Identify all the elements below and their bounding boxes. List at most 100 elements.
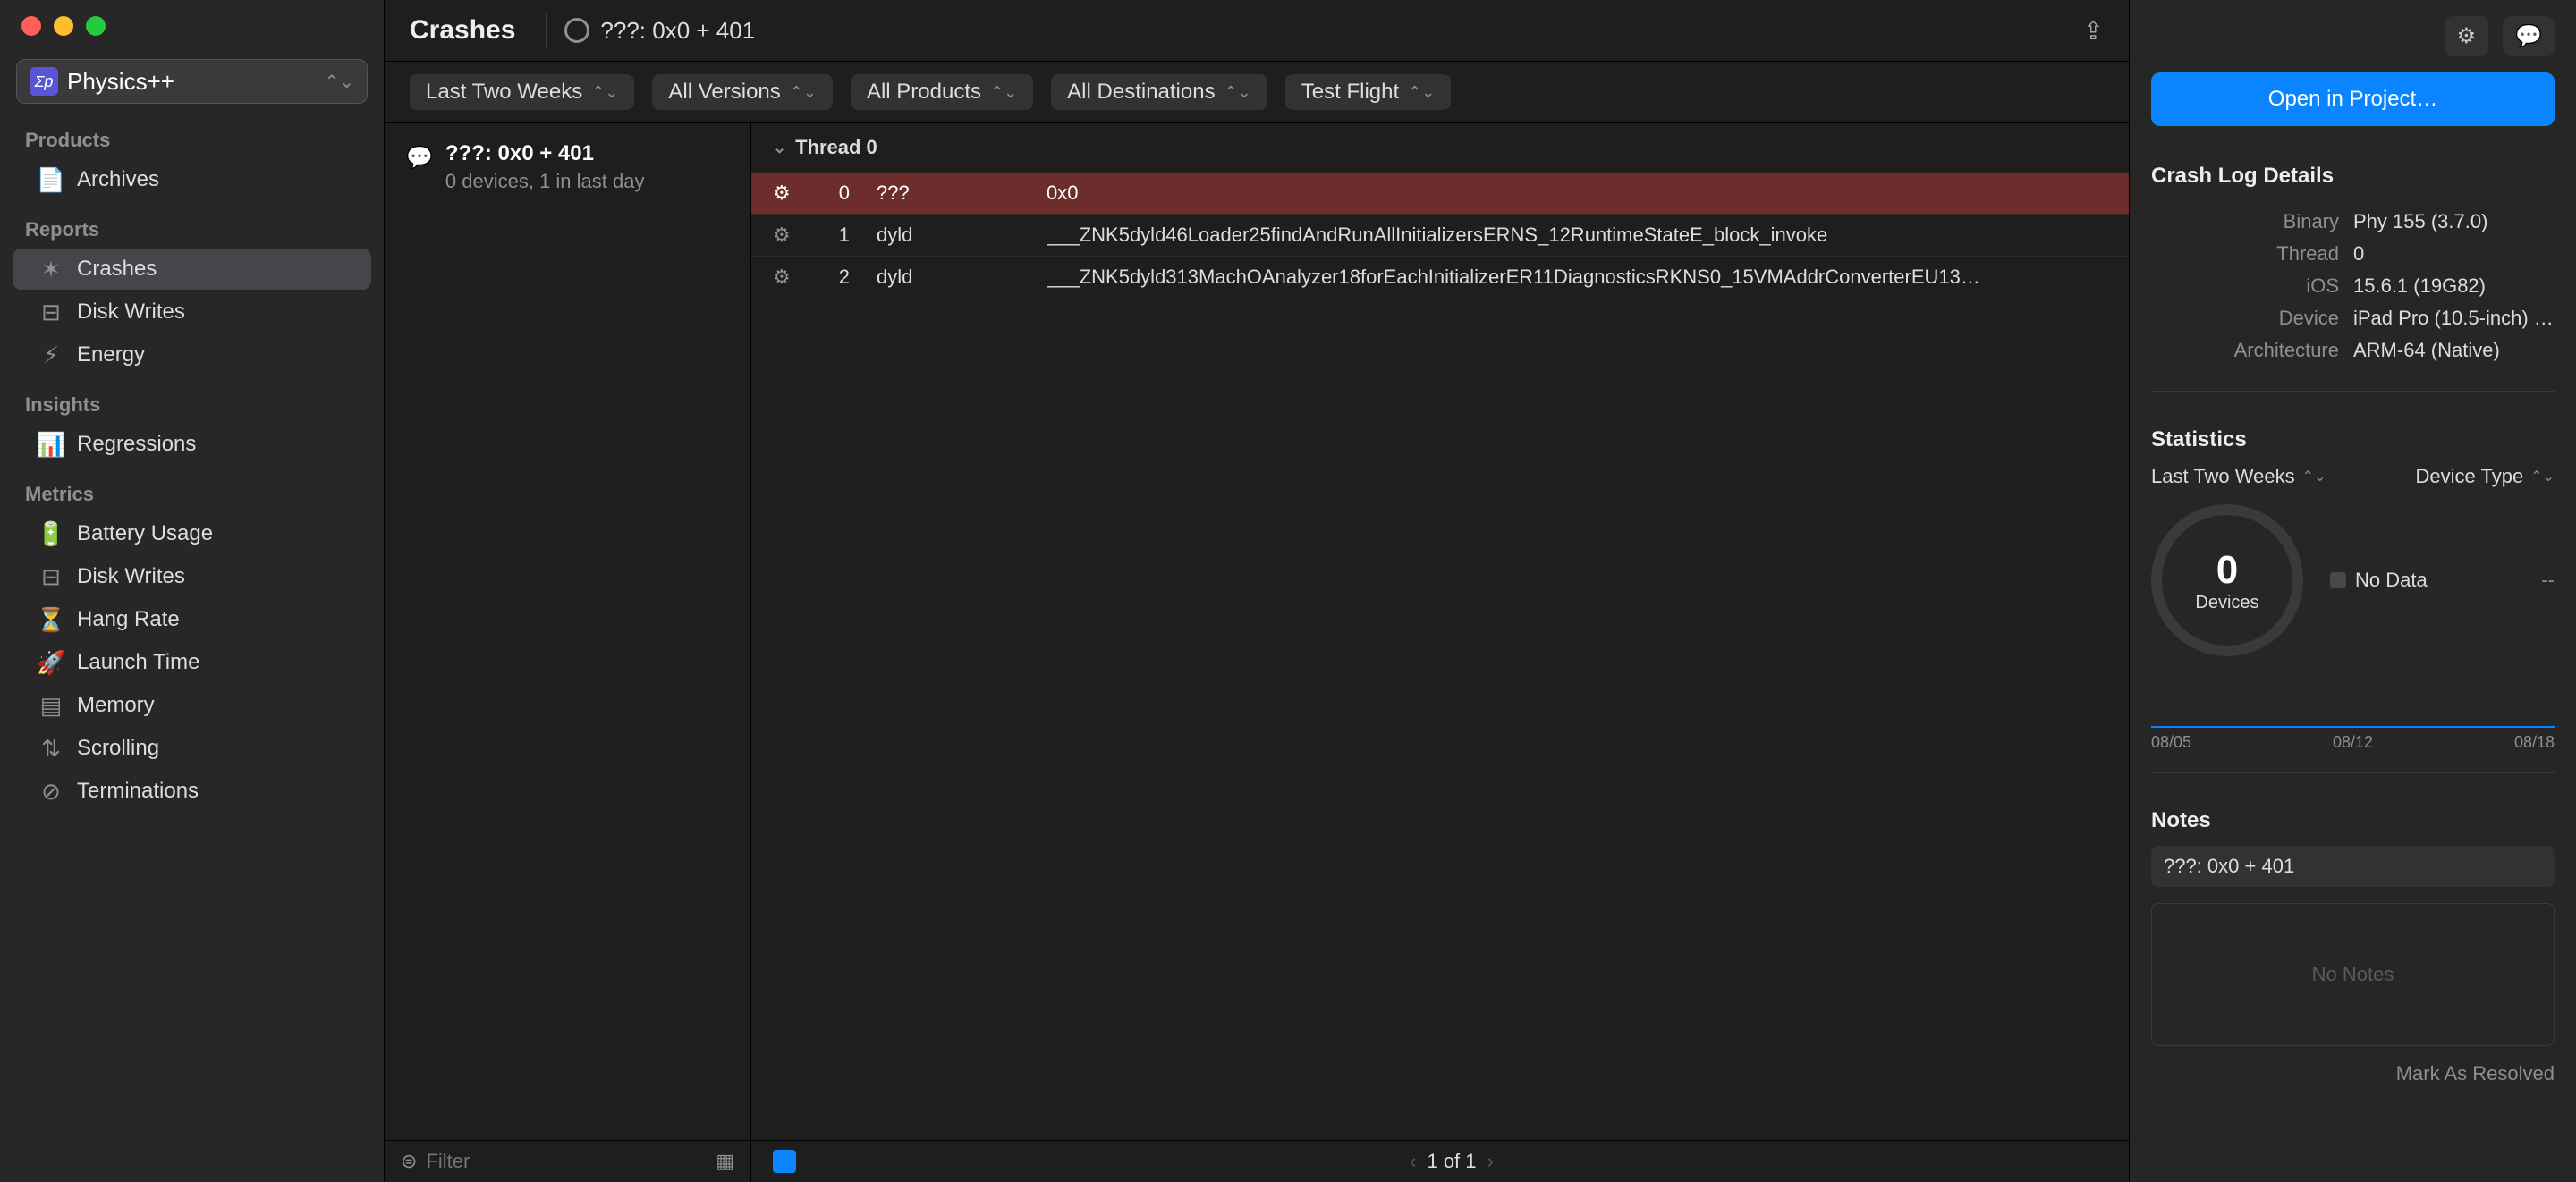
chevron-updown-icon: ⌃⌄ [2530,468,2555,485]
section-title: Insights [0,377,384,422]
frame-symbol: 0x0 [1046,182,2107,205]
notes-textarea[interactable]: No Notes [2151,903,2555,1046]
columns-button[interactable]: ▦ [716,1150,734,1173]
filter-last-two-weeks[interactable]: Last Two Weeks ⌃⌄ [410,74,634,110]
note-name-field[interactable]: ???: 0x0 + 401 [2151,846,2555,887]
item-label: Disk Writes [77,300,185,325]
item-label: Archives [77,167,159,192]
filter-all-destinations[interactable]: All Destinations⌃⌄ [1051,74,1267,110]
frame-module: dyld [877,224,1020,247]
item-icon: ▤ [38,692,64,719]
toolbar: Crashes ???: 0x0 + 401 ⇪ [385,0,2129,62]
notes-heading: Notes [2151,808,2555,833]
item-icon: 📊 [38,431,64,458]
filter-bar: Last Two Weeks ⌃⌄ All Versions⌃⌄ All Produc… [385,62,2129,123]
location-path[interactable]: ???: 0x0 + 401 [564,17,755,45]
stack-frame[interactable]: ⚙︎0???0x0 [751,172,2129,214]
speech-bubble-icon: 💬 [406,145,433,193]
inspector-comment-button[interactable]: 💬 [2503,16,2555,56]
frame-number: 0 [823,182,850,205]
crash-list-footer: ⊜ ▦ [385,1140,750,1182]
filter-all-products[interactable]: All Products⌃⌄ [851,74,1033,110]
separator [2151,391,2555,392]
item-icon: ⇅ [38,735,64,762]
item-label: Energy [77,342,145,367]
sidebar-item-hang-rate[interactable]: ⏳Hang Rate [13,599,371,640]
filter-all-versions[interactable]: All Versions⌃⌄ [652,74,833,110]
gear-icon: ⚙︎ [773,182,796,205]
location-text: ???: 0x0 + 401 [600,17,755,45]
separator [2151,772,2555,773]
close-window-button[interactable] [21,16,41,36]
sidebar-item-launch-time[interactable]: 🚀Launch Time [13,642,371,683]
detail-value: iPad Pro (10.5-inch) (… [2353,307,2555,330]
stats-period-selector[interactable]: Last Two Weeks ⌃⌄ [2151,465,2326,488]
open-in-project-button[interactable]: Open in Project… [2151,72,2555,126]
window-traffic-lights [0,0,384,46]
chevron-updown-icon: ⌃⌄ [2302,468,2326,485]
filter-input[interactable] [426,1150,707,1173]
section-title: Metrics [0,467,384,511]
x-axis-label: 08/05 [2151,733,2191,752]
thread-header[interactable]: ⌄ Thread 0 [751,123,2129,172]
detail-value: Phy 155 (3.7.0) [2353,210,2555,233]
minimize-window-button[interactable] [54,16,73,36]
next-button[interactable]: › [1487,1150,1494,1173]
project-selector[interactable]: Σp Physics++ ⌃⌄ [16,59,368,104]
crash-list-item[interactable]: 💬???: 0x0 + 4010 devices, 1 in last day [385,123,750,211]
detail-key: Thread [2151,242,2339,266]
sidebar-item-memory[interactable]: ▤Memory [13,685,371,726]
item-icon: 🚀 [38,649,64,676]
separator [546,13,547,48]
crash-item-meta: 0 devices, 1 in last day [445,170,645,193]
sidebar-item-scrolling[interactable]: ⇅ Scrolling [13,728,371,769]
frame-module: dyld [877,266,1020,289]
x-axis-label: 08/12 [2333,733,2373,752]
item-label: Scrolling [77,736,159,761]
sidebar-item-terminations[interactable]: ⊘Terminations [13,771,371,812]
filter-label: Last Two Weeks [426,80,582,105]
share-button[interactable]: ⇪ [2083,16,2104,46]
detail-key: Binary [2151,210,2339,233]
item-label: Regressions [77,432,196,457]
sidebar-item-archives[interactable]: 📄 Archives [13,159,371,200]
crash-list: 💬???: 0x0 + 4010 devices, 1 in last day … [385,123,751,1182]
sidebar-item-disk-writes[interactable]: ⊟Disk Writes [13,556,371,597]
item-icon: 🔋 [38,520,64,547]
pager: ‹ 1 of 1 › [1410,1150,1494,1173]
chevron-updown-icon: ⌃⌄ [591,83,618,102]
prev-button[interactable]: ‹ [1410,1150,1416,1173]
sidebar-item-crashes[interactable]: ✶Crashes [13,249,371,290]
devices-donut: 0 Devices [2151,504,2303,656]
frame-number: 2 [823,266,850,289]
stack-frame[interactable]: ⚙︎2dyld___ZNK5dyld313MachOAnalyzer18forE… [751,256,2129,298]
zoom-window-button[interactable] [86,16,106,36]
chevron-updown-icon: ⌃⌄ [324,71,354,93]
stack-frame[interactable]: ⚙︎1dyld___ZNK5dyld46Loader25findAndRunAl… [751,214,2129,256]
item-label: Terminations [77,779,199,804]
step-button[interactable] [773,1150,796,1173]
section-title: Products [0,113,384,157]
statistics-heading: Statistics [2151,427,2555,452]
chevron-updown-icon: ⌃⌄ [1224,83,1251,102]
sidebar-item-battery-usage[interactable]: 🔋Battery Usage [13,513,371,554]
stats-period-label: Last Two Weeks [2151,465,2295,488]
legend-item: No Data -- [2330,569,2555,592]
sparkline [2151,692,2555,728]
item-icon: ⏳ [38,606,64,633]
mark-resolved-button[interactable]: Mark As Resolved [2151,1062,2555,1085]
x-axis-label: 08/18 [2514,733,2555,752]
sidebar-item-energy[interactable]: ⚡︎Energy [13,334,371,376]
gear-icon: ⚙︎ [773,266,796,289]
sidebar-item-disk-writes[interactable]: ⊟Disk Writes [13,291,371,333]
filter-label: Test Flight [1301,80,1399,105]
detail-row: Thread 0 [2151,242,2555,266]
item-icon: ⊟ [38,563,64,590]
stats-group-selector[interactable]: Device Type⌃⌄ [2416,465,2555,488]
detail-value: 0 [2353,242,2555,266]
sidebar-item-regressions[interactable]: 📊 Regressions [13,424,371,465]
thread-title: Thread 0 [795,136,877,159]
item-icon: 📄 [38,166,64,193]
inspector-settings-button[interactable]: ⚙︎ [2445,16,2489,56]
filter-test-flight[interactable]: Test Flight⌃⌄ [1285,74,1452,110]
